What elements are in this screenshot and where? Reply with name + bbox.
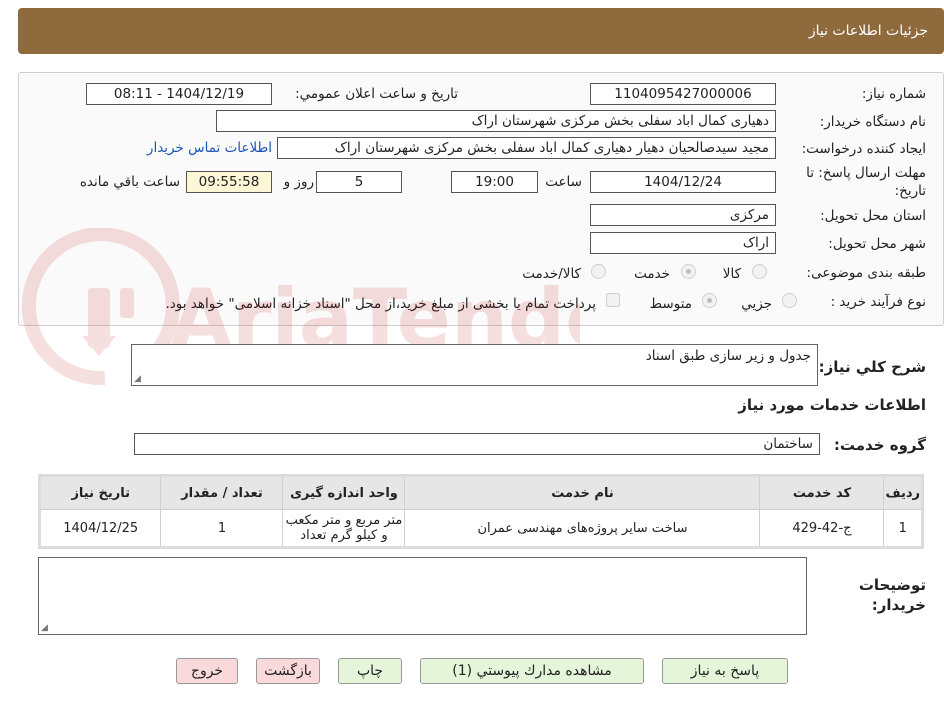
view-attachments-button[interactable]: مشاهده مدارك پيوستي (1) — [420, 658, 644, 684]
services-table: رديف کد خدمت نام خدمت واحد اندازه گيری ت… — [38, 474, 924, 549]
cell-unit: متر مربع و متر مکعب و کیلو گرم تعداد — [282, 509, 406, 548]
remaining-time-label: ساعت باقي مانده — [79, 174, 180, 190]
buyer-contact-link[interactable]: اطلاعات تماس خريدار — [147, 140, 272, 156]
category-goods-service-radio[interactable] — [591, 264, 606, 279]
description-textarea[interactable]: جدول و زیر سازی طبق اسناد ◢ — [131, 344, 818, 386]
requester-label: ايجاد کننده درخواست: — [801, 141, 926, 157]
days-label: روز و — [283, 174, 314, 190]
buyer-notes-textarea[interactable]: ◢ — [38, 557, 807, 635]
deadline-label: مهلت ارسال پاسخ: تا — [806, 165, 926, 181]
cell-row-number: 1 — [883, 509, 923, 548]
cell-quantity: 1 — [160, 509, 284, 548]
buyer-notes-label: توضيحات — [858, 576, 926, 594]
need-number-label: شماره نياز: — [861, 86, 926, 102]
service-group-field: ساختمان — [134, 433, 820, 455]
deadline-time-label: ساعت — [545, 174, 582, 190]
requester-field: مجید سیدصالحیان دهیار دهیاری کمال اباد س… — [277, 137, 776, 159]
table-row: 1 ج-42-429 ساخت سایر پروژه‌های مهندسی عم… — [38, 509, 923, 548]
description-text: جدول و زیر سازی طبق اسناد — [645, 348, 811, 364]
category-goods-radio[interactable] — [752, 264, 767, 279]
table-header-row: رديف کد خدمت نام خدمت واحد اندازه گيری ت… — [38, 475, 923, 510]
cell-service-code: ج-42-429 — [759, 509, 885, 548]
treasury-payment-checkbox[interactable] — [606, 293, 620, 307]
category-goods-label: کالا — [722, 266, 741, 282]
back-button[interactable]: بازگشت — [256, 658, 320, 684]
title-bar: جزئیات اطلاعات نیاز — [18, 8, 944, 54]
reply-button[interactable]: پاسخ به نياز — [662, 658, 788, 684]
process-medium-radio[interactable] — [702, 293, 717, 308]
col-header-row-number: رديف — [883, 475, 923, 510]
exit-button[interactable]: خروج — [176, 658, 238, 684]
remaining-time-field: 09:55:58 — [186, 171, 272, 193]
city-label: شهر محل تحويل: — [828, 236, 926, 252]
process-minor-label: جزيي — [741, 296, 772, 312]
description-label: شرح کلي نياز: — [818, 358, 926, 376]
cell-unit-line2: و کیلو گرم تعداد — [300, 528, 388, 543]
col-header-unit: واحد اندازه گيری — [282, 475, 406, 510]
category-label: طبقه بندی موضوعی: — [806, 265, 926, 281]
process-minor-radio[interactable] — [782, 293, 797, 308]
resize-grip-icon[interactable]: ◢ — [134, 375, 141, 384]
process-medium-label: متوسط — [649, 296, 692, 312]
col-header-service-code: کد خدمت — [759, 475, 885, 510]
page-title: جزئیات اطلاعات نیاز — [808, 23, 928, 39]
buyer-org-field: دهیاری کمال اباد سفلی بخش مرکزی شهرستان … — [216, 110, 776, 132]
announce-date-label: تاريخ و ساعت اعلان عمومي: — [295, 86, 458, 102]
cell-service-name: ساخت سایر پروژه‌های مهندسی عمران — [404, 509, 761, 548]
resize-grip-icon[interactable]: ◢ — [41, 624, 48, 633]
deadline-date-field: 1404/12/24 — [590, 171, 776, 193]
announce-date-field: 1404/12/19 - 08:11 — [86, 83, 272, 105]
col-header-need-date: تاريخ نياز — [38, 475, 162, 510]
process-label: نوع فرآيند خريد : — [830, 294, 926, 310]
province-field: مرکزی — [590, 204, 776, 226]
deadline-time-field: 19:00 — [451, 171, 538, 193]
buyer-notes-label-2: خريدار: — [871, 596, 926, 614]
services-section-title: اطلاعات خدمات مورد نياز — [738, 396, 926, 414]
remaining-days-field: 5 — [316, 171, 402, 193]
col-header-service-name: نام خدمت — [404, 475, 761, 510]
treasury-payment-note: پرداخت تمام یا بخشی از مبلغ خرید،از محل … — [165, 296, 596, 312]
category-goods-service-label: کالا/خدمت — [522, 266, 581, 282]
col-header-quantity: تعداد / مقدار — [160, 475, 284, 510]
need-number-field: 1104095427000006 — [590, 83, 776, 105]
province-label: استان محل تحويل: — [820, 208, 926, 224]
buyer-org-label: نام دستگاه خريدار: — [819, 114, 926, 130]
print-button[interactable]: چاپ — [338, 658, 402, 684]
service-group-label: گروه خدمت: — [833, 436, 926, 454]
city-field: اراک — [590, 232, 776, 254]
deadline-label-date: تاريخ: — [894, 183, 926, 199]
category-service-label: خدمت — [634, 266, 670, 282]
category-service-radio[interactable] — [681, 264, 696, 279]
cell-need-date: 1404/12/25 — [38, 509, 162, 548]
cell-unit-line1: متر مربع و متر مکعب — [285, 513, 403, 528]
